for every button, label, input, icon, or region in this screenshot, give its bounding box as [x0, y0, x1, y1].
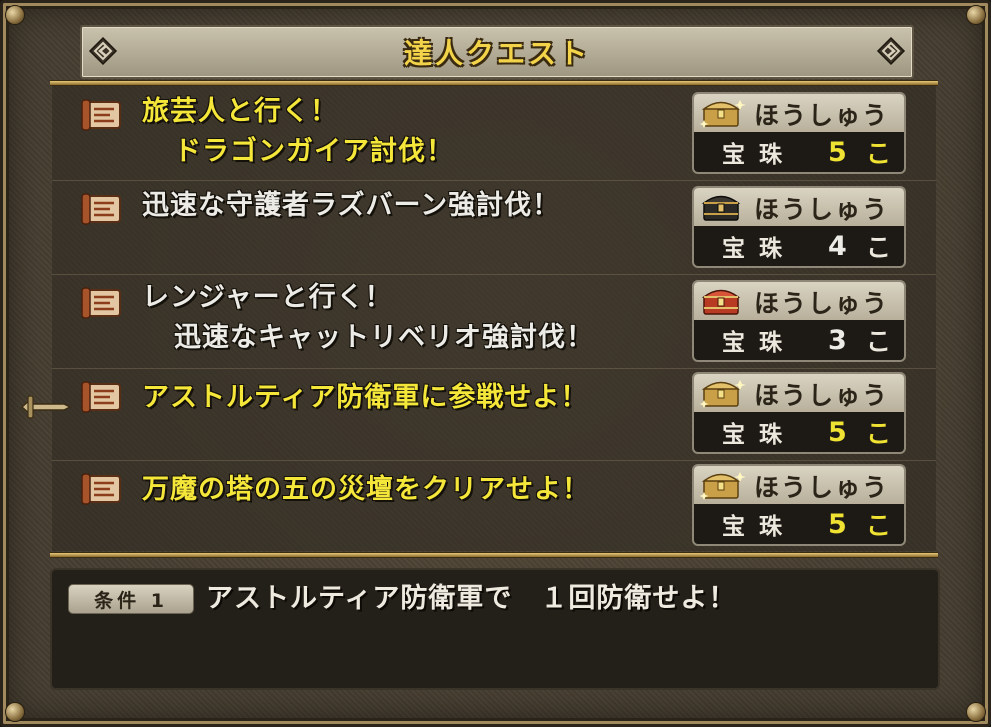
reward-label: ほうしゅう — [754, 473, 890, 502]
quest-title: 旅芸人と行く！ ドラゴンガイア討伐！ — [142, 92, 454, 172]
reward-box: ほうしゅう 宝珠 5 こ — [692, 92, 906, 174]
reward-item: 宝珠 — [722, 514, 796, 540]
reward-box: ほうしゅう 宝珠 3 こ — [692, 280, 906, 362]
divider — [50, 552, 938, 558]
condition-panel: 条件 1 アストルティア防衛軍で １回防衛せよ！ — [50, 568, 940, 690]
red-chest-icon — [701, 289, 741, 315]
scroll-icon — [81, 473, 121, 505]
quest-title-line: ドラゴンガイア討伐！ — [174, 136, 454, 167]
corner-ornament — [5, 5, 25, 25]
quest-title-line: アストルティア防衛軍に参戦せよ！ — [142, 382, 589, 413]
quest-row[interactable]: レンジャーと行く！ 迅速なキャットリベリオ強討伐！ ほうしゅう 宝珠 3 こ — [52, 274, 936, 369]
gold-chest-icon — [699, 472, 746, 500]
quest-title: アストルティア防衛軍に参戦せよ！ — [142, 378, 588, 418]
selection-cursor-icon — [20, 395, 72, 419]
reward-label: ほうしゅう — [754, 381, 890, 410]
scroll-icon — [81, 193, 121, 225]
reward-item: 宝珠 — [722, 330, 796, 356]
reward-count: 5 — [828, 416, 847, 448]
reward-item: 宝珠 — [722, 142, 796, 168]
quest-list: 旅芸人と行く！ ドラゴンガイア討伐！ ほうしゅう 宝珠 5 こ 迅速な守護者ラズ… — [52, 86, 936, 551]
reward-box: ほうしゅう 宝珠 5 こ — [692, 464, 906, 546]
reward-label: ほうしゅう — [754, 195, 890, 224]
scroll-icon — [81, 287, 121, 319]
quest-row[interactable]: 旅芸人と行く！ ドラゴンガイア討伐！ ほうしゅう 宝珠 5 こ — [52, 86, 936, 181]
condition-text: アストルティア防衛軍で １回防衛せよ！ — [206, 583, 737, 614]
gold-chest-icon — [699, 100, 746, 128]
quest-row[interactable]: 迅速な守護者ラズバーン強討伐！ ほうしゅう 宝珠 4 こ — [52, 180, 936, 275]
quest-title: レンジャーと行く！ 迅速なキャットリベリオ強討伐！ — [142, 278, 594, 358]
quest-title-line: レンジャーと行く！ — [142, 282, 393, 313]
scroll-icon — [81, 381, 121, 413]
reward-unit: こ — [866, 233, 892, 262]
quest-title-line: 万魔の塔の五の災壇をクリアせよ！ — [142, 474, 590, 505]
reward-unit: こ — [866, 327, 892, 356]
reward-label: ほうしゅう — [754, 289, 890, 318]
prev-page-icon[interactable] — [88, 36, 118, 66]
corner-ornament — [5, 702, 25, 722]
reward-box: ほうしゅう 宝珠 4 こ — [692, 186, 906, 268]
reward-label: ほうしゅう — [754, 101, 890, 130]
dark-chest-icon — [701, 195, 741, 221]
corner-ornament — [966, 702, 986, 722]
window-title: 達人クエスト — [403, 37, 590, 70]
scroll-icon — [81, 99, 121, 131]
reward-count: 5 — [828, 508, 847, 540]
title-bar: 達人クエスト — [80, 25, 914, 79]
quest-title-line: 迅速な守護者ラズバーン強討伐！ — [142, 190, 561, 221]
quest-title-line: 旅芸人と行く！ — [142, 96, 338, 127]
quest-title: 迅速な守護者ラズバーン強討伐！ — [142, 186, 560, 226]
reward-count: 3 — [828, 324, 847, 356]
quest-title: 万魔の塔の五の災壇をクリアせよ！ — [142, 470, 590, 510]
quest-row[interactable]: アストルティア防衛軍に参戦せよ！ ほうしゅう 宝珠 5 こ — [52, 368, 936, 461]
reward-unit: こ — [866, 419, 892, 448]
reward-item: 宝珠 — [722, 422, 796, 448]
reward-box: ほうしゅう 宝珠 5 こ — [692, 372, 906, 454]
reward-item: 宝珠 — [722, 236, 796, 262]
reward-unit: こ — [866, 511, 892, 540]
reward-unit: こ — [866, 139, 892, 168]
reward-count: 5 — [828, 136, 847, 168]
reward-count: 4 — [828, 230, 847, 262]
quest-row[interactable]: 万魔の塔の五の災壇をクリアせよ！ ほうしゅう 宝珠 5 こ — [52, 460, 936, 551]
corner-ornament — [966, 5, 986, 25]
quest-title-line: 迅速なキャットリベリオ強討伐！ — [174, 322, 594, 353]
gold-chest-icon — [699, 380, 746, 408]
next-page-icon[interactable] — [876, 36, 906, 66]
condition-badge: 条件 1 — [68, 584, 194, 614]
